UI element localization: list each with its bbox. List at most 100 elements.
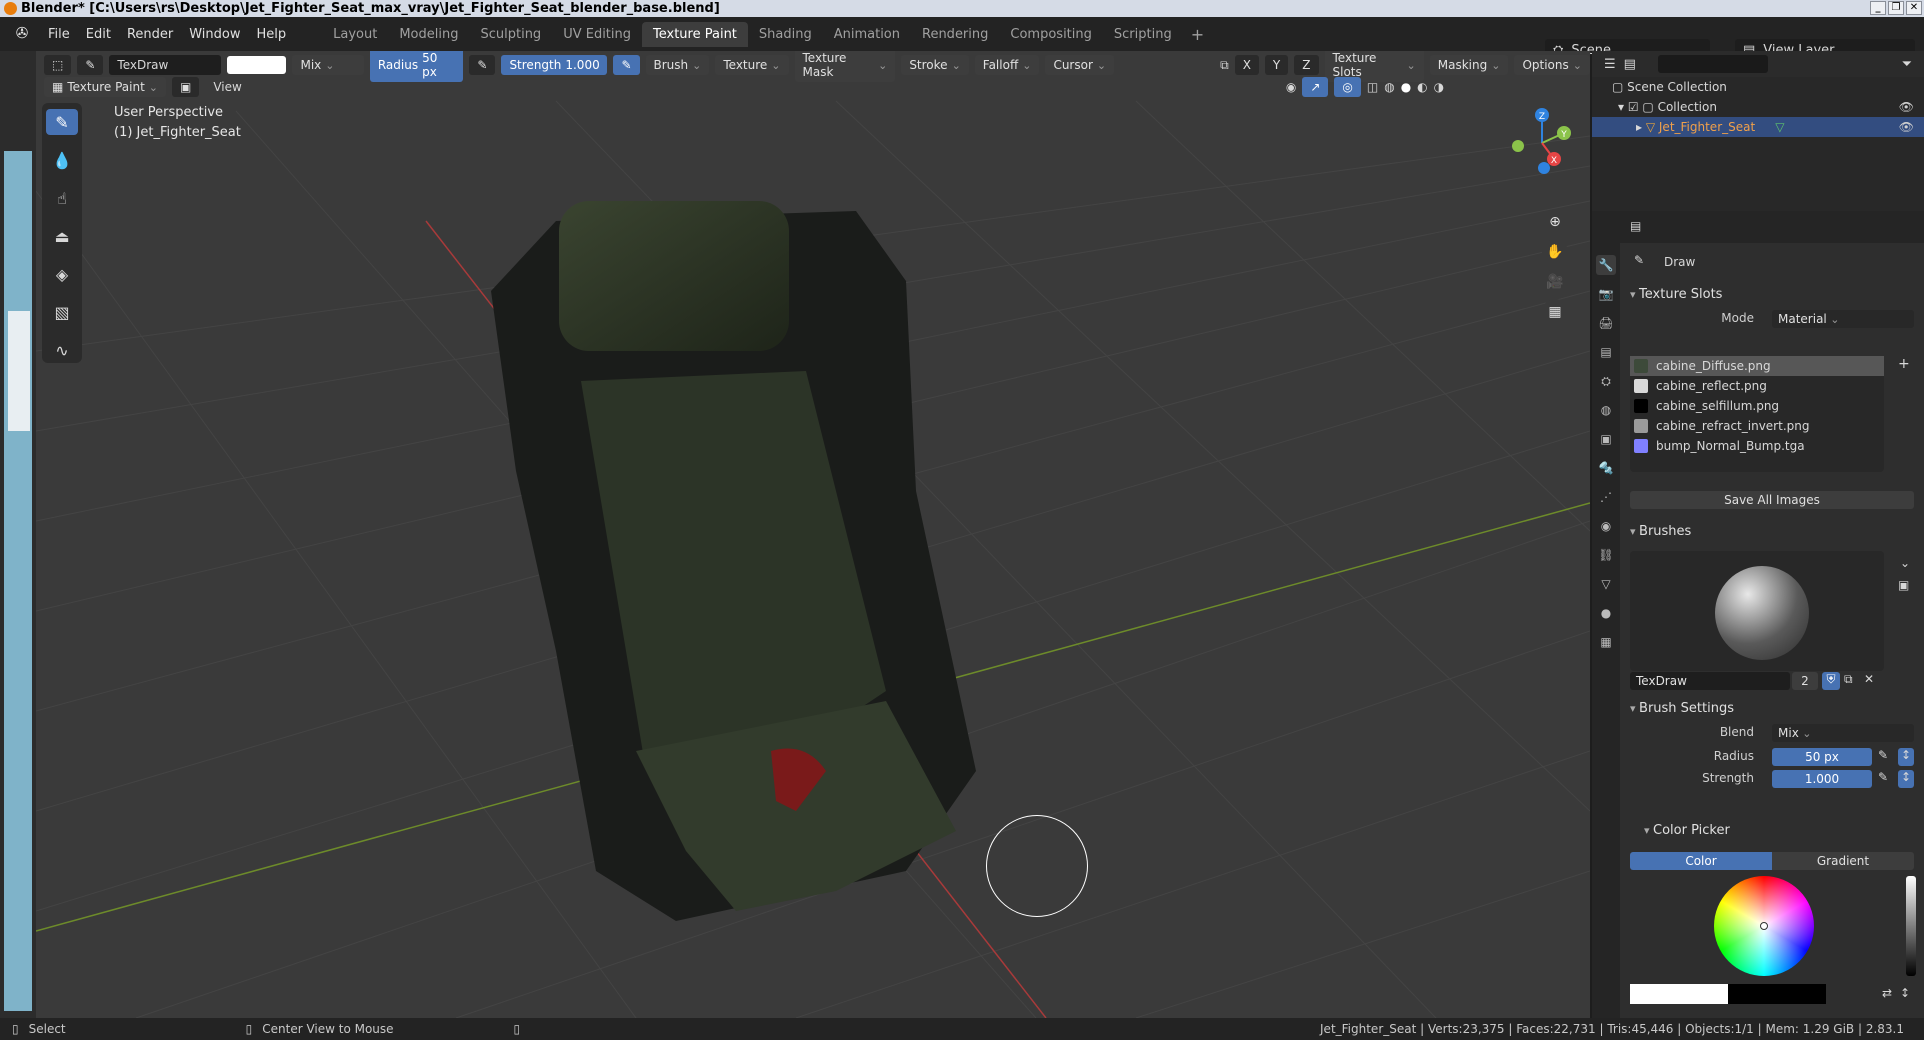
brush-image-icon[interactable]: ▣ [1898,578,1909,592]
color-picker-panel-header[interactable]: Color Picker [1644,823,1730,838]
brush-users-count[interactable]: 2 [1792,672,1818,690]
gizmo-toggle-icon[interactable]: ↗ [1302,77,1329,97]
solid-shading-icon[interactable]: ● [1401,80,1411,94]
color-tab[interactable]: Color [1630,852,1772,870]
editor-type-icon[interactable]: ⬚ [44,55,72,75]
mask-toggle-icon[interactable]: ▣ [172,77,200,97]
save-all-images-button[interactable]: Save All Images [1630,491,1914,509]
material-shading-icon[interactable]: ◐ [1417,80,1427,94]
masking-menu[interactable]: Masking [1429,55,1509,75]
mirror-x-button[interactable]: X [1234,55,1259,75]
brush-preview-box[interactable] [1630,551,1884,671]
scene-tab-icon[interactable]: ⛭ [1596,371,1616,391]
modifier-tab-icon[interactable]: 🔩 [1596,458,1616,478]
strength-unit-icon[interactable]: ↕ [1898,770,1914,788]
value-slider[interactable] [1906,876,1916,976]
soften-tool-icon[interactable]: 💧 [46,147,78,173]
brush-settings-panel-header[interactable]: Brush Settings [1630,701,1734,716]
minimize-button[interactable]: _ [1870,1,1886,15]
primary-secondary-color-swatch[interactable] [1630,984,1826,1004]
zoom-icon[interactable]: ⊕ [1542,209,1568,235]
object-tab-icon[interactable]: ▣ [1596,429,1616,449]
ortho-grid-icon[interactable]: ▦ [1542,299,1568,325]
strength-pressure-icon[interactable]: ✎ [613,55,640,75]
outliner-object-row[interactable]: ▸ ▽ Jet_Fighter_Seat ▽ 👁 [1592,117,1924,137]
outliner-search-input[interactable] [1657,55,1768,73]
interaction-mode-dropdown[interactable]: ▦ Texture Paint [44,77,166,97]
blender-menu-icon[interactable]: ✇ [12,24,32,44]
close-button[interactable]: ✕ [1906,1,1922,15]
texture-slot-item[interactable]: cabine_Diffuse.png [1630,356,1884,376]
expand-arrow-icon[interactable]: ▾ [1618,100,1628,114]
world-tab-icon[interactable]: ◍ [1596,400,1616,420]
texture-slots-mode-dropdown[interactable]: Material [1772,310,1914,328]
menu-edit[interactable]: Edit [78,27,119,42]
swap-colors-icon[interactable]: ⇄ [1882,986,1892,1000]
view-menu[interactable]: View [205,80,249,94]
outliner-editor-icon[interactable]: ☰ [1604,57,1616,72]
brush-name-field[interactable]: TexDraw [1630,672,1790,690]
strength-slider[interactable]: Strength 1.000 [501,55,608,75]
tab-layout[interactable]: Layout [322,22,388,47]
object-visibility-icon[interactable]: 👁 [1899,120,1914,134]
visibility-icon[interactable]: ◉ [1286,80,1296,94]
mask-tool-icon[interactable]: ▧ [46,299,78,325]
material-tab-icon[interactable]: ● [1596,603,1616,623]
strength-slider[interactable]: 1.000 [1772,770,1872,788]
texture-slot-item[interactable]: bump_Normal_Bump.tga [1630,436,1884,456]
output-tab-icon[interactable]: 🖨 [1596,313,1616,333]
menu-help[interactable]: Help [249,27,295,42]
display-mode-icon[interactable]: ▤ [1624,57,1636,72]
smear-tool-icon[interactable]: ☝ [46,185,78,211]
xray-icon[interactable]: ◫ [1367,80,1378,94]
menu-window[interactable]: Window [181,27,248,42]
mirror-z-button[interactable]: Z [1294,55,1319,75]
brush-browse-icon[interactable]: ⌄ [1900,556,1910,570]
expand-arrow-icon[interactable]: ▸ [1636,120,1646,134]
axis-gizmo[interactable]: Z Y X [1482,103,1582,203]
collection-checkbox-icon[interactable]: ☑ [1628,100,1643,114]
tool-tab-icon[interactable]: 🔧 [1596,255,1616,275]
paint-mode-icon[interactable]: ✎ [77,55,104,75]
radius-pressure-icon[interactable]: ✎ [1878,748,1888,762]
falloff-menu[interactable]: Falloff [974,55,1040,75]
overlays-toggle-icon[interactable]: ◎ [1334,77,1361,97]
tab-sculpting[interactable]: Sculpting [469,22,552,47]
filter-icon[interactable]: ⏷ [1902,57,1912,72]
radius-slider[interactable]: 50 px [1772,748,1872,766]
brushes-panel-header[interactable]: Brushes [1630,524,1691,539]
texture-slot-item[interactable]: cabine_refract_invert.png [1630,416,1884,436]
stroke-menu[interactable]: Stroke [901,55,969,75]
particles-tab-icon[interactable]: ⋰ [1596,487,1616,507]
clone-tool-icon[interactable]: ⏏ [46,223,78,249]
color-unit-icon[interactable]: ↕ [1900,986,1910,1000]
3d-viewport[interactable]: ⬚ ✎ TexDraw Mix Radius50 px ✎ Strength1.… [36,51,1590,1018]
tab-shading[interactable]: Shading [748,22,823,47]
tab-texture-paint[interactable]: Texture Paint [642,21,748,47]
properties-editor-icon[interactable]: ▤ [1630,219,1641,233]
add-workspace-icon[interactable]: + [1183,25,1212,44]
physics-tab-icon[interactable]: ◉ [1596,516,1616,536]
gradient-tab[interactable]: Gradient [1772,852,1914,870]
duplicate-brush-icon[interactable]: ⧉ [1844,672,1853,687]
texture-slot-item[interactable]: cabine_selfillum.png [1630,396,1884,416]
brush-menu[interactable]: Brush [645,55,710,75]
tab-modeling[interactable]: Modeling [388,22,469,47]
brush-name-field[interactable]: TexDraw [109,55,222,75]
constraints-tab-icon[interactable]: ⛓ [1596,545,1616,565]
mirror-y-button[interactable]: Y [1264,55,1289,75]
strength-pressure-icon[interactable]: ✎ [1878,770,1888,784]
options-menu[interactable]: Options [1514,55,1590,75]
tab-scripting[interactable]: Scripting [1103,22,1183,47]
render-tab-icon[interactable]: 📷 [1596,284,1616,304]
menu-file[interactable]: File [40,27,78,42]
texture-tab-icon[interactable]: ▦ [1596,632,1616,652]
tab-uv-editing[interactable]: UV Editing [552,22,642,47]
blend-mode-dropdown[interactable]: Mix [292,55,364,75]
fake-user-shield-icon[interactable]: ⛨ [1822,672,1840,690]
camera-view-icon[interactable]: 🎥 [1542,269,1568,295]
texture-slots-panel-header[interactable]: Texture Slots [1630,287,1722,302]
radius-unit-icon[interactable]: ↕ [1898,748,1914,766]
tab-rendering[interactable]: Rendering [911,22,999,47]
add-slot-icon[interactable]: + [1898,356,1910,372]
